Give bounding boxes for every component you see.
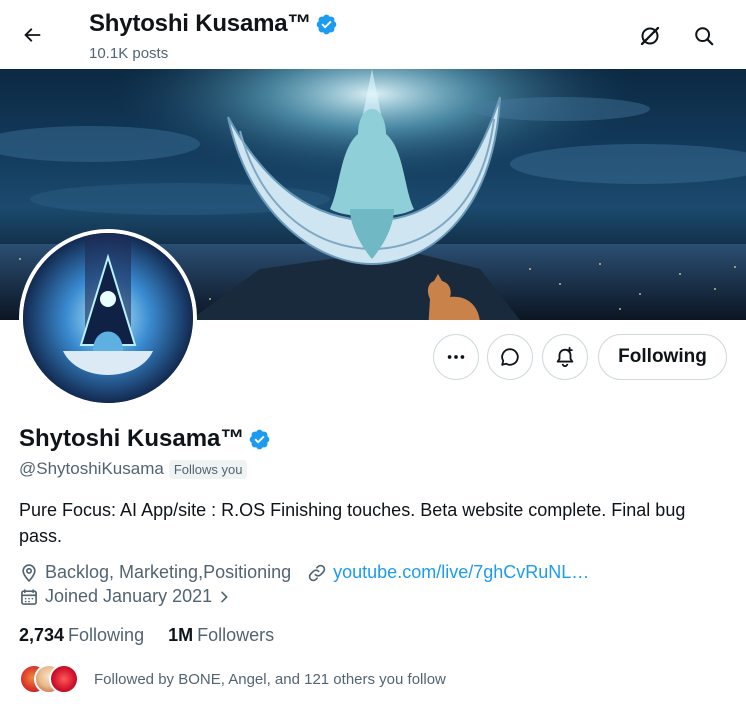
follow-stats: 2,734 Following 1M Followers bbox=[19, 625, 274, 646]
avatar bbox=[49, 664, 79, 694]
profile-display-name: Shytoshi Kusama™ bbox=[19, 425, 245, 452]
location-pin-icon bbox=[19, 563, 39, 583]
followed-by-avatars bbox=[19, 664, 79, 694]
website-link-text[interactable]: youtube.com/live/7ghCvRuNL… bbox=[333, 562, 589, 583]
more-icon bbox=[447, 355, 465, 359]
post-count: 10.1K posts bbox=[89, 45, 169, 62]
location-text: Backlog, Marketing,Positioning bbox=[45, 562, 292, 582]
follows-you-badge: Follows you bbox=[168, 459, 248, 479]
handle-row: @ShytoshiKusama Follows you bbox=[19, 459, 248, 479]
profile-meta-row: Backlog, Marketing,Positioning youtube.c… bbox=[19, 562, 589, 583]
chevron-right-icon bbox=[216, 589, 232, 605]
notification-button[interactable] bbox=[542, 334, 588, 380]
grok-icon bbox=[640, 26, 660, 46]
more-button[interactable] bbox=[433, 334, 479, 380]
following-stat[interactable]: 2,734 Following bbox=[19, 625, 144, 646]
website-link[interactable]: youtube.com/live/7ghCvRuNL… bbox=[307, 562, 589, 583]
location-item: Backlog, Marketing,Positioning bbox=[19, 562, 291, 583]
arrow-left-icon bbox=[24, 28, 41, 42]
followers-count: 1M bbox=[168, 625, 194, 645]
notification-bell-icon bbox=[556, 346, 574, 368]
profile-handle: @ShytoshiKusama bbox=[19, 459, 164, 478]
header-name: Shytoshi Kusama™ bbox=[89, 10, 312, 37]
following-label: Following bbox=[68, 625, 145, 645]
joined-row: Joined January 2021 bbox=[19, 586, 232, 607]
avatar-artwork bbox=[23, 233, 193, 403]
following-button[interactable]: Following bbox=[598, 334, 727, 380]
profile-bio: Pure Focus: AI App/site : R.OS Finishing… bbox=[19, 500, 686, 546]
link-icon bbox=[307, 563, 327, 583]
followed-by-text: Followed by BONE, Angel, and 121 others … bbox=[94, 670, 446, 688]
joined-text: Joined January 2021 bbox=[45, 586, 213, 606]
back-button[interactable] bbox=[14, 17, 50, 53]
followers-stat[interactable]: 1M Followers bbox=[168, 625, 274, 646]
message-button[interactable] bbox=[487, 334, 533, 380]
search-icon bbox=[695, 27, 714, 46]
profile-name: Shytoshi Kusama™ bbox=[19, 425, 271, 453]
following-count: 2,734 bbox=[19, 625, 65, 645]
verified-badge-icon bbox=[316, 14, 337, 34]
calendar-icon bbox=[19, 587, 39, 607]
message-icon bbox=[501, 348, 519, 366]
joined-item[interactable]: Joined January 2021 bbox=[19, 586, 232, 607]
header-title: Shytoshi Kusama™ bbox=[89, 10, 338, 38]
followed-by-row[interactable]: Followed by BONE, Angel, and 121 others … bbox=[19, 664, 446, 694]
search-button[interactable] bbox=[686, 18, 722, 54]
profile-avatar[interactable] bbox=[19, 229, 197, 407]
followers-label: Followers bbox=[197, 625, 275, 645]
grok-button[interactable] bbox=[632, 18, 668, 54]
profile-header-bar: Shytoshi Kusama™ 10.1K posts bbox=[0, 0, 746, 69]
verified-badge-icon[interactable] bbox=[248, 428, 271, 451]
